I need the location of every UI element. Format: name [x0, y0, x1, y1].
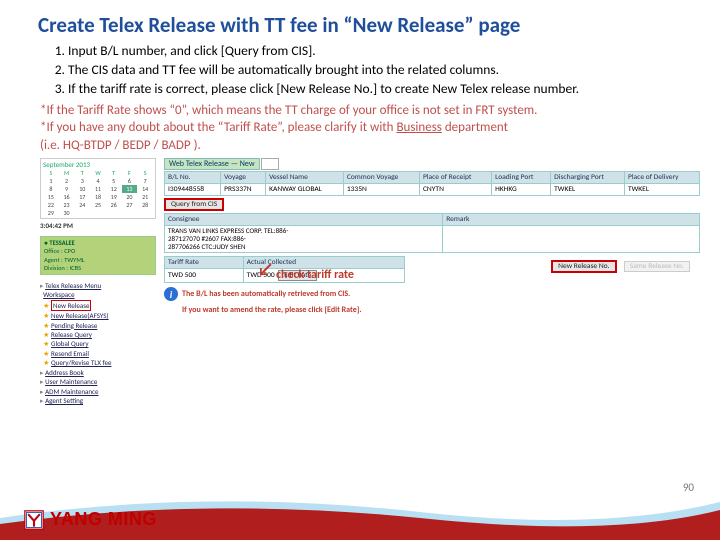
tab-web-telex[interactable]: Web Telex Release — New	[164, 158, 260, 170]
note-3: (i.e. HQ-BTDP / BEDP / BADP ).	[40, 137, 680, 155]
sidebar-item[interactable]: Resend Email	[51, 349, 89, 358]
clock: 3:04:42 PM	[40, 221, 156, 230]
calendar-widget: September 2013 SMTWTFS 12345678910111213…	[40, 158, 156, 219]
sidebar-item[interactable]: Agent Setting	[45, 396, 83, 405]
brand-logo: YANG MING	[24, 509, 157, 530]
sidebar-item[interactable]: Query/Revise TLX fee	[51, 358, 111, 367]
sidebar-item[interactable]: Release Query	[51, 330, 92, 339]
instruction-list: Input B/L number, and click [Query from …	[0, 42, 720, 99]
note-1: *If the Tariff Rate shows “0”, which mea…	[40, 102, 680, 120]
query-from-cis-button[interactable]: Query from CIS	[164, 198, 224, 211]
callout-arrow-icon: ↙	[258, 258, 273, 280]
embedded-screenshot: September 2013 SMTWTFS 12345678910111213…	[40, 158, 700, 438]
page-title: Create Telex Release with TT fee in “New…	[0, 0, 720, 42]
step-1: Input B/L number, and click [Query from …	[68, 42, 670, 60]
user-info: ● TESSALEE Office : CPO Agent : TWYML Di…	[40, 236, 156, 275]
sidebar-item-new-release[interactable]: New Release	[51, 300, 91, 311]
sidebar-menu: ▸ Telex Release Menu Workspace ★ New Rel…	[40, 281, 156, 406]
step-2: The CIS data and TT fee will be automati…	[68, 61, 670, 79]
info-line-1: i The B/L has been automatically retriev…	[164, 287, 700, 301]
sidebar-item[interactable]: ADM Maintenance	[45, 387, 98, 396]
callout-check-tariff: check tariff rate	[276, 268, 354, 282]
sidebar-item[interactable]: Global Query	[51, 339, 88, 348]
consignee-table: ConsigneeRemark TRANS VAN LINKS EXPRESS …	[164, 213, 700, 253]
notes: *If the Tariff Rate shows “0”, which mea…	[0, 100, 720, 155]
info-line-2: If you want to amend the rate, please cl…	[182, 305, 700, 315]
bl-header-table: B/L No.VoyageVessel NameCommon VoyagePla…	[164, 171, 700, 196]
footer: YANG MING	[0, 488, 720, 540]
info-icon: i	[164, 287, 178, 301]
same-release-no-button: Same Release No.	[624, 261, 690, 272]
sidebar-item[interactable]: Pending Release	[51, 321, 97, 330]
note-2: *If you have any doubt about the “Tariff…	[40, 119, 680, 137]
new-release-no-button[interactable]: New Release No.	[551, 260, 616, 273]
ym-logo-icon	[24, 510, 44, 530]
sidebar-item[interactable]: New Release(AFSYS)	[51, 311, 109, 320]
sidebar-item[interactable]: Address Book	[45, 368, 84, 377]
step-3: If the tariff rate is correct, please cl…	[68, 80, 670, 98]
sidebar-item[interactable]: User Maintenance	[45, 377, 97, 386]
